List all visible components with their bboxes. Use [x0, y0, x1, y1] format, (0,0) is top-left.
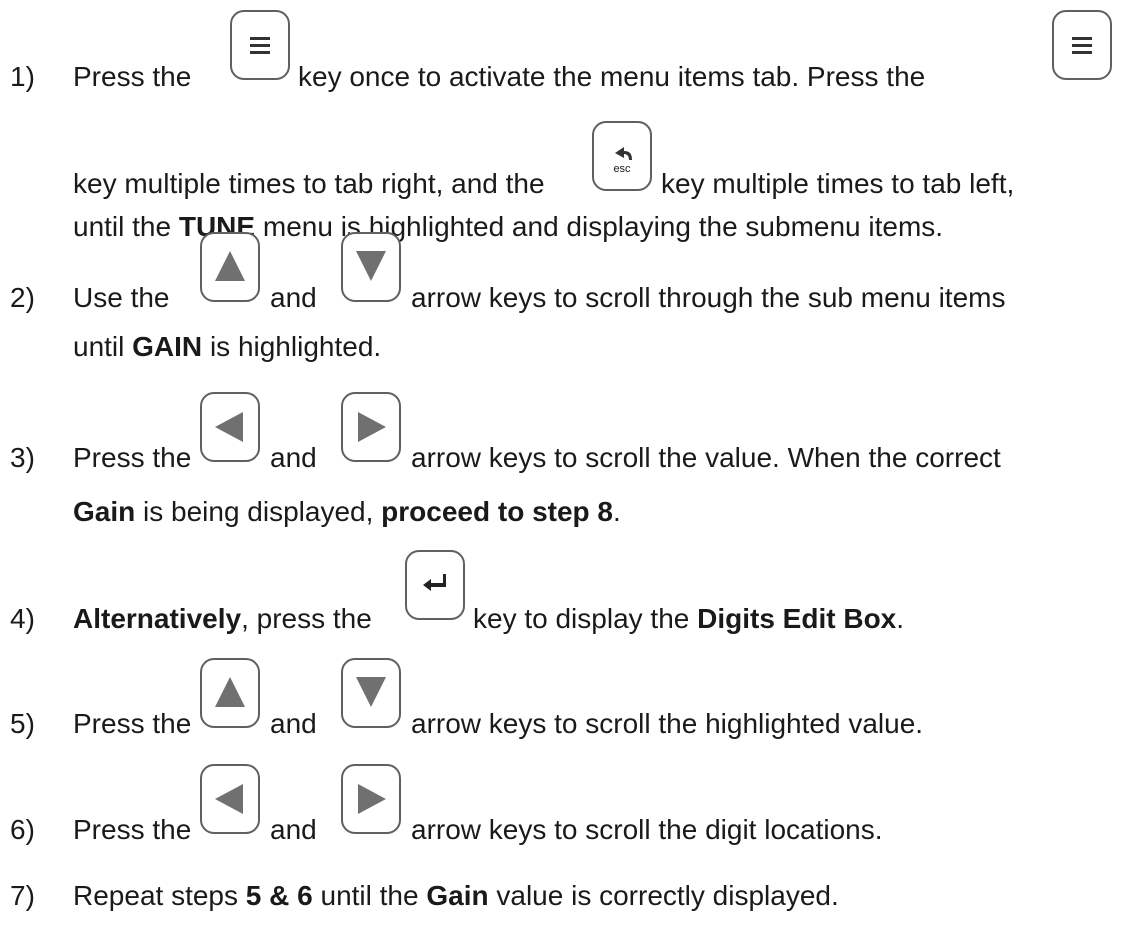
- step-4-line-1b: key to display the Digits Edit Box.: [473, 603, 904, 635]
- steps-label: 5 & 6: [245, 880, 313, 911]
- step-text: Press the: [73, 708, 192, 739]
- down-arrow-key[interactable]: [341, 658, 401, 728]
- up-triangle-icon: [215, 677, 245, 707]
- left-triangle-icon: [215, 784, 243, 814]
- step-5-line-1: 5) Press the: [10, 708, 191, 740]
- enter-icon: [423, 574, 446, 591]
- step-text: Repeat steps: [73, 880, 238, 911]
- step-text: value is correctly displayed.: [496, 880, 839, 911]
- enter-key[interactable]: [405, 550, 465, 620]
- step-text: until the: [320, 880, 419, 911]
- gain-label: GAIN: [132, 331, 203, 362]
- esc-label: esc: [613, 163, 631, 175]
- step-text: and: [270, 282, 317, 313]
- step-number: 5): [10, 708, 35, 739]
- right-arrow-key[interactable]: [341, 764, 401, 834]
- menu-icon: [250, 37, 270, 54]
- left-arrow-key[interactable]: [200, 392, 260, 462]
- step-number: 6): [10, 814, 35, 845]
- step-text: , press the: [241, 603, 372, 634]
- step-text: is highlighted.: [209, 331, 382, 362]
- step-2-line-1: 2) Use the: [10, 282, 170, 314]
- esc-key[interactable]: esc: [592, 121, 652, 191]
- down-triangle-icon: [356, 251, 386, 281]
- right-triangle-icon: [358, 784, 386, 814]
- step-text: .: [896, 603, 905, 634]
- step-text: arrow keys to scroll the digit locations…: [411, 814, 883, 845]
- step-text: key to display the: [473, 603, 690, 634]
- step-number: 4): [10, 603, 35, 634]
- back-arrow-icon: [615, 147, 632, 160]
- step-3-line-1: 3) Press the: [10, 442, 191, 474]
- up-triangle-icon: [215, 251, 245, 281]
- menu-key[interactable]: [1052, 10, 1112, 80]
- gain-label: Gain: [73, 496, 136, 527]
- step-text: until: [73, 331, 125, 362]
- right-triangle-icon: [358, 412, 386, 442]
- step-text: and: [270, 814, 317, 845]
- step-text: is being displayed,: [143, 496, 374, 527]
- menu-icon: [1072, 37, 1092, 54]
- alternatively-label: Alternatively: [73, 603, 242, 634]
- step-text: Use the: [73, 282, 170, 313]
- step-3-line-2: Gain is being displayed, proceed to step…: [73, 496, 621, 528]
- step-4-line-1: 4) Alternatively, press the: [10, 603, 372, 635]
- right-arrow-key[interactable]: [341, 392, 401, 462]
- step-text: and: [270, 708, 317, 739]
- up-arrow-key[interactable]: [200, 658, 260, 728]
- step-text: until the: [73, 211, 172, 242]
- step-text: Press the: [73, 442, 192, 473]
- step-number: 3): [10, 442, 35, 473]
- step-6-line-1: 6) Press the: [10, 814, 191, 846]
- step-text: and: [270, 442, 317, 473]
- step-text: arrow keys to scroll the highlighted val…: [411, 708, 924, 739]
- step-number: 7): [10, 880, 35, 911]
- gain-label: Gain: [426, 880, 489, 911]
- step-text: .: [613, 496, 621, 527]
- step-text: key multiple times to tab left,: [661, 168, 1015, 199]
- left-arrow-key[interactable]: [200, 764, 260, 834]
- step-text: Press the: [73, 61, 192, 92]
- step-text: key once to activate the menu items tab.…: [298, 61, 926, 92]
- step-2-line-2: until GAIN is highlighted.: [73, 331, 381, 363]
- left-triangle-icon: [215, 412, 243, 442]
- down-arrow-key[interactable]: [341, 232, 401, 302]
- step-7-line-1: 7) Repeat steps 5 & 6 until the Gain valu…: [10, 880, 839, 912]
- step-number: 2): [10, 282, 35, 313]
- step-text: arrow keys to scroll through the sub men…: [411, 282, 1006, 313]
- digits-edit-box-label: Digits Edit Box: [697, 603, 897, 634]
- proceed-label: proceed to step 8: [381, 496, 614, 527]
- menu-key[interactable]: [230, 10, 290, 80]
- down-triangle-icon: [356, 677, 386, 707]
- step-text: Press the: [73, 814, 192, 845]
- up-arrow-key[interactable]: [200, 232, 260, 302]
- step-number: 1): [10, 61, 35, 92]
- step-1-line-1: 1) Press the: [10, 61, 191, 93]
- step-text: arrow keys to scroll the value. When the…: [411, 442, 1001, 473]
- step-1-line-2: key multiple times to tab right, and the: [73, 168, 545, 199]
